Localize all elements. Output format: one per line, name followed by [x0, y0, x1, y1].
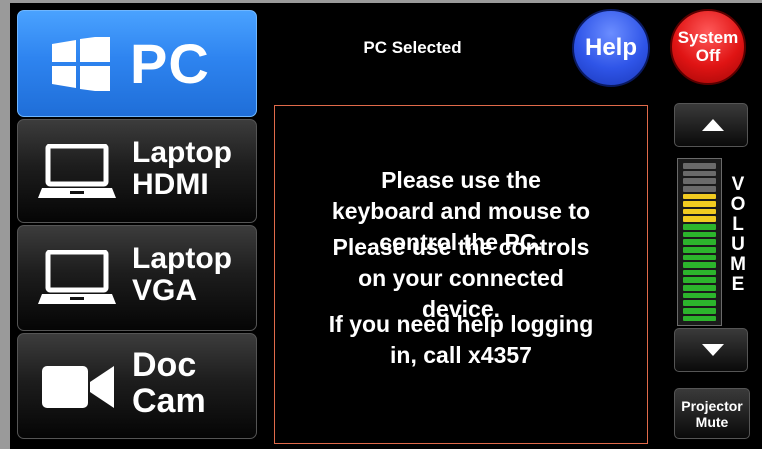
- source-doc-cam-button[interactable]: Doc Cam: [17, 333, 257, 439]
- volume-meter-segment: [683, 254, 716, 261]
- message-line: Please use the controls: [332, 234, 590, 260]
- volume-meter-segment: [683, 208, 716, 215]
- help-button[interactable]: Help: [572, 9, 650, 87]
- system-off-button[interactable]: System Off: [670, 9, 746, 85]
- volume-letter: V: [731, 174, 745, 195]
- source-pc-label: PC: [130, 32, 210, 95]
- source-doc-label-line1: Doc: [132, 346, 197, 384]
- source-vga-label-line2: VGA: [132, 273, 198, 307]
- windows-logo-icon: [52, 35, 110, 96]
- volume-meter-segment: [683, 163, 716, 169]
- volume-meter-segment: [683, 178, 716, 184]
- volume-meter-segment: [683, 239, 716, 245]
- volume-meter-segment: [683, 285, 716, 291]
- source-hdmi-label-line2: HDMI: [132, 167, 209, 201]
- volume-label: VOLUME: [726, 175, 750, 295]
- message-line: on your connected: [358, 265, 564, 291]
- message-line: in, call x4357: [390, 342, 532, 368]
- instruction-message-box: Please use the keyboard and mouse to con…: [274, 105, 648, 444]
- login-help-message: If you need help logging in, call x4357: [275, 309, 647, 371]
- volume-up-button[interactable]: [674, 103, 748, 147]
- video-camera-icon: [42, 364, 114, 415]
- message-line: Please use the: [381, 167, 541, 193]
- volume-meter-segment: [683, 185, 716, 192]
- message-line: keyboard and mouse to: [331, 198, 591, 224]
- volume-meter-segment: [683, 262, 716, 268]
- volume-meter: [677, 158, 722, 326]
- message-line: If you need help logging: [328, 311, 594, 337]
- source-laptop-vga-button[interactable]: Laptop VGA: [17, 225, 257, 331]
- source-laptop-hdmi-button[interactable]: Laptop HDMI: [17, 119, 257, 223]
- projector-mute-label-line1: Projector: [681, 397, 743, 414]
- projector-mute-button[interactable]: Projector Mute: [674, 388, 750, 439]
- source-hdmi-label-line1: Laptop: [132, 136, 232, 169]
- volume-meter-segment: [683, 246, 716, 253]
- volume-meter-segment: [683, 224, 716, 230]
- source-vga-label-line1: Laptop: [132, 242, 232, 275]
- volume-letter: O: [730, 194, 746, 215]
- volume-meter-segment: [683, 201, 716, 207]
- laptop-icon: [38, 249, 116, 311]
- source-pc-button[interactable]: PC: [17, 10, 257, 117]
- volume-letter: L: [732, 214, 744, 235]
- control-panel-screen: PC Laptop HDMI Laptop VGA Doc Cam PC Sel…: [10, 3, 762, 449]
- volume-meter-segment: [683, 269, 716, 276]
- selected-source-status: PC Selected: [363, 38, 462, 57]
- volume-meter-segment: [683, 170, 716, 177]
- projector-mute-label-line2: Mute: [695, 413, 729, 430]
- volume-meter-segment: [683, 292, 716, 299]
- volume-meter-segment: [683, 315, 716, 322]
- volume-letter: U: [731, 234, 745, 255]
- volume-letter: M: [730, 254, 746, 275]
- volume-meter-segment: [683, 300, 716, 306]
- system-off-label-line2: Off: [695, 46, 721, 65]
- volume-meter-segment: [683, 277, 716, 283]
- volume-meter-segment: [683, 193, 716, 200]
- volume-letter: E: [731, 274, 745, 295]
- arrow-down-icon: [702, 344, 724, 356]
- volume-down-button[interactable]: [674, 328, 748, 372]
- volume-meter-segment: [683, 307, 716, 314]
- source-doc-label-line2: Cam: [132, 381, 206, 420]
- arrow-up-icon: [702, 119, 724, 131]
- volume-meter-segment: [683, 231, 716, 238]
- volume-meter-segment: [683, 216, 716, 222]
- laptop-icon: [38, 143, 116, 205]
- system-off-label-line1: System: [677, 28, 739, 48]
